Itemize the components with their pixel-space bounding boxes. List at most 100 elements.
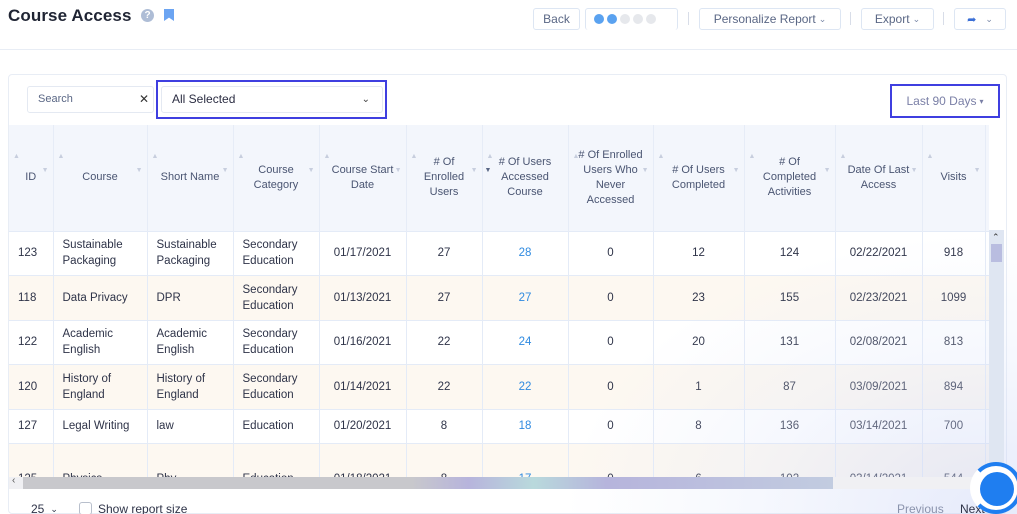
cell-never: 0: [568, 442, 654, 477]
date-range-dropdown[interactable]: Last 90 Days ▾: [893, 87, 997, 115]
sort-descending-icon[interactable]: ▼: [911, 163, 918, 178]
page-size-select[interactable]: 25 ⌄: [31, 502, 58, 514]
sort-ascending-icon[interactable]: ▲: [573, 149, 580, 164]
sort-ascending-icon[interactable]: ▲: [13, 149, 20, 164]
column-header[interactable]: ▲ Date Of Last Access ▼: [835, 125, 923, 231]
column-header[interactable]: ▲ Short Name ▼: [147, 125, 234, 231]
sort-descending-icon[interactable]: ▼: [733, 163, 740, 178]
sort-ascending-icon[interactable]: ▲: [927, 149, 934, 164]
step-dot-1[interactable]: [594, 14, 604, 24]
bookmark-icon[interactable]: [164, 9, 174, 21]
horizontal-scroll-thumb[interactable]: [23, 477, 833, 489]
column-header[interactable]: ▲ # Of Users Accessed Course ▼: [482, 125, 569, 231]
sort-ascending-icon[interactable]: ▲: [152, 149, 159, 164]
sort-ascending-icon[interactable]: ▲: [238, 149, 245, 164]
cell-accessed[interactable]: 17: [482, 442, 569, 477]
export-button[interactable]: Export ⌄: [861, 8, 934, 30]
table-header-row: ▲ ID ▼ ▲ Course ▼ ▲ Short Name ▼ ▲ Course Category…: [9, 125, 989, 231]
help-icon[interactable]: ?: [141, 9, 154, 22]
help-widget-button[interactable]: [980, 472, 1014, 506]
table-row[interactable]: 127 Legal Writing law Education 01/20/2021 8 1…: [9, 408, 989, 443]
sort-ascending-icon[interactable]: ▲: [58, 149, 65, 164]
scroll-up-icon[interactable]: ⌃: [992, 232, 1000, 243]
table-row[interactable]: 122 Academic English Academic English Secon…: [9, 319, 989, 365]
sort-descending-icon[interactable]: ▼: [485, 163, 492, 178]
sort-descending-icon[interactable]: ▼: [42, 163, 49, 178]
chevron-down-icon: ⌄: [912, 14, 921, 24]
cell-accessed[interactable]: 22: [482, 364, 569, 409]
share-button[interactable]: ➦ ⌄: [954, 8, 1006, 30]
cell-activities: 87: [744, 364, 836, 409]
cell-id: 123: [9, 230, 54, 276]
back-button[interactable]: Back: [533, 8, 580, 30]
previous-page-link[interactable]: Previous: [897, 502, 944, 514]
divider: [850, 12, 851, 25]
cell-accessed[interactable]: 18: [482, 408, 569, 443]
cell-activities: 136: [744, 408, 836, 443]
sort-ascending-icon[interactable]: ▲: [840, 149, 847, 164]
report-table: ▲ ID ▼ ▲ Course ▼ ▲ Short Name ▼ ▲ Course Category…: [9, 125, 989, 477]
table-row[interactable]: 118 Data Privacy DPR Secondary Education 01/…: [9, 275, 989, 320]
column-header[interactable]: ▲ # Of Enrolled Users Who Never Accessed ▼: [568, 125, 654, 231]
report-steps-indicator[interactable]: [585, 8, 678, 30]
sort-ascending-icon[interactable]: ▲: [749, 149, 756, 164]
category-select[interactable]: All Selected ⌄: [161, 86, 383, 113]
vertical-scroll-thumb[interactable]: [991, 244, 1002, 262]
cell-accessed[interactable]: 28: [482, 230, 569, 276]
sort-descending-icon[interactable]: ▼: [824, 163, 831, 178]
sort-descending-icon[interactable]: ▼: [974, 163, 981, 178]
step-dot-2[interactable]: [607, 14, 617, 24]
column-header-label: # Of Completed Activities: [762, 156, 817, 199]
search-box[interactable]: ✕: [27, 86, 154, 113]
sort-descending-icon[interactable]: ▼: [395, 163, 402, 178]
column-header[interactable]: ▲ Visits ▼: [922, 125, 986, 231]
column-header[interactable]: ▲ ID ▼: [9, 125, 54, 231]
show-report-size-checkbox[interactable]: [79, 502, 92, 514]
cell-course: History of England: [53, 364, 148, 409]
cell-category: Secondary Education: [233, 364, 320, 409]
personalize-report-button[interactable]: Personalize Report ⌄: [699, 8, 841, 30]
sort-descending-icon[interactable]: ▼: [308, 163, 315, 178]
caret-down-icon: ▾: [979, 97, 984, 106]
column-header[interactable]: ▲ Course Start Date ▼: [319, 125, 407, 231]
step-dot-4[interactable]: [633, 14, 643, 24]
column-header[interactable]: ▲ # Of Users Completed ▼: [653, 125, 745, 231]
scroll-left-icon[interactable]: ‹: [12, 475, 15, 486]
table-row[interactable]: 120 History of England History of England S…: [9, 364, 989, 409]
cell-accessed[interactable]: 24: [482, 319, 569, 365]
sort-descending-icon[interactable]: ▼: [642, 163, 649, 178]
step-dot-5[interactable]: [646, 14, 656, 24]
sort-ascending-icon[interactable]: ▲: [411, 149, 418, 164]
search-input[interactable]: [38, 93, 133, 105]
column-header[interactable]: ▲ # Of Completed Activities ▼: [744, 125, 836, 231]
clear-icon[interactable]: ✕: [139, 92, 149, 106]
sort-ascending-icon[interactable]: ▲: [487, 149, 494, 164]
step-dot-3[interactable]: [620, 14, 630, 24]
column-header-label: # Of Enrolled Users Who Never Accessed: [578, 148, 643, 206]
vertical-scrollbar[interactable]: ⌃: [989, 230, 1004, 477]
horizontal-scrollbar[interactable]: ‹: [9, 475, 989, 489]
sort-ascending-icon[interactable]: ▲: [658, 149, 665, 164]
cell-short: law: [147, 408, 234, 443]
column-header[interactable]: ▲S▼: [985, 125, 989, 231]
table-row[interactable]: 123 Sustainable Packaging Sustainable Pack…: [9, 230, 989, 276]
column-header-label: # Of Users Accessed Course: [498, 156, 552, 199]
cell-last: 03/14/2021: [835, 408, 923, 443]
cell-accessed[interactable]: 27: [482, 275, 569, 320]
page-size-value: 25: [31, 502, 45, 514]
chevron-down-icon: ⌄: [50, 504, 58, 514]
table-row[interactable]: 125PhysicsPhyEducation01/18/202181706102…: [9, 442, 989, 477]
column-header[interactable]: ▲ # Of Enrolled Users ▼: [406, 125, 483, 231]
sort-descending-icon[interactable]: ▼: [471, 163, 478, 178]
cell-completed: 23: [653, 275, 745, 320]
cell-never: 0: [568, 230, 654, 276]
sort-ascending-icon[interactable]: ▲: [324, 149, 331, 164]
column-header-label: Short Name: [160, 171, 220, 184]
column-header[interactable]: ▲ Course Category ▼: [233, 125, 320, 231]
column-header[interactable]: ▲ Course ▼: [53, 125, 148, 231]
page-title: Course Access: [8, 6, 132, 25]
cell-course: Sustainable Packaging: [53, 230, 148, 276]
sort-descending-icon[interactable]: ▼: [222, 163, 229, 178]
cell-visits: 700: [922, 408, 986, 443]
sort-descending-icon[interactable]: ▼: [136, 163, 143, 178]
